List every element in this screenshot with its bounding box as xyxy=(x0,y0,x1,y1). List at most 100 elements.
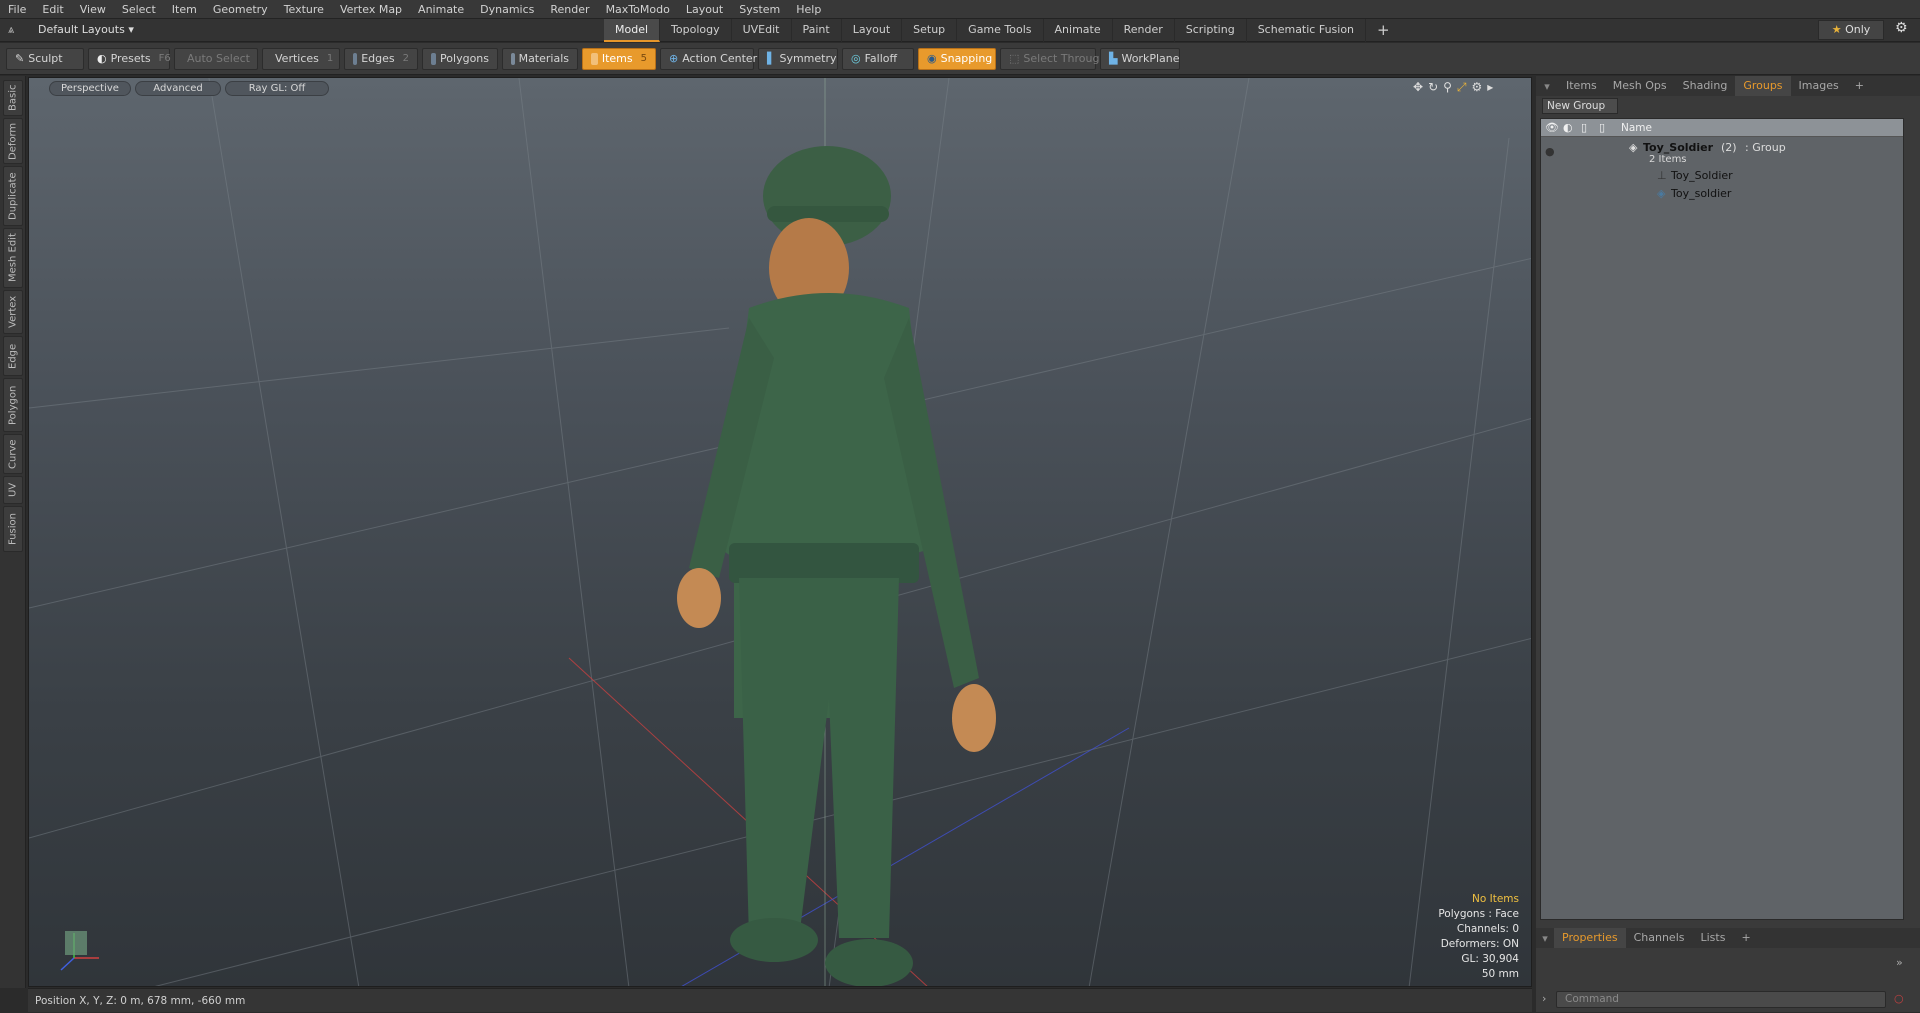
tooltab-basic[interactable]: Basic xyxy=(3,80,23,116)
tab-channels[interactable]: Channels xyxy=(1626,928,1693,948)
position-readout: Position X, Y, Z: 0 m, 678 mm, -660 mm xyxy=(35,995,246,1007)
expand-arrows-icon[interactable]: » xyxy=(1896,956,1903,969)
tab-setup[interactable]: Setup xyxy=(902,19,958,42)
tooltab-deform[interactable]: Deform xyxy=(3,118,23,164)
advanced-dropdown[interactable]: Advanced xyxy=(135,81,221,96)
tooltab-polygon[interactable]: Polygon xyxy=(3,378,23,432)
visibility-icon[interactable]: 👁 xyxy=(1545,119,1559,137)
add-tab-icon[interactable]: + xyxy=(1366,19,1401,42)
menu-system[interactable]: System xyxy=(731,0,788,19)
tab-properties[interactable]: Properties xyxy=(1554,928,1626,948)
tab-render[interactable]: Render xyxy=(1113,19,1175,42)
viewport-expand-icon[interactable]: ▸ xyxy=(1487,80,1498,94)
list-item[interactable]: ⊥ Toy_Soldier xyxy=(1541,167,1903,185)
menu-render[interactable]: Render xyxy=(542,0,597,19)
fit-icon[interactable]: ⤢ xyxy=(1457,80,1472,94)
list-item[interactable]: ◈ Toy_soldier xyxy=(1541,185,1903,203)
menu-layout[interactable]: Layout xyxy=(678,0,731,19)
tooltab-uv[interactable]: UV xyxy=(3,476,23,504)
viewport-settings-icon[interactable]: ⚙ xyxy=(1472,80,1488,94)
edges-label: Edges xyxy=(361,52,395,65)
gear-icon[interactable]: ⚙ xyxy=(1895,20,1908,36)
menu-geometry[interactable]: Geometry xyxy=(205,0,276,19)
snapping-label: Snapping xyxy=(940,52,993,65)
tab-groups[interactable]: Groups xyxy=(1735,76,1791,96)
menu-animate[interactable]: Animate xyxy=(410,0,472,19)
new-group-button[interactable]: New Group xyxy=(1542,98,1618,114)
tab-paint[interactable]: Paint xyxy=(792,19,842,42)
3d-viewport[interactable]: Perspective Advanced Ray GL: Off ✥↻⚲⤢⚙▸ … xyxy=(28,77,1532,987)
select-through-button[interactable]: ⬚ Select Through xyxy=(1000,47,1106,70)
menu-select[interactable]: Select xyxy=(114,0,164,19)
locator-icon: ⊥ xyxy=(1657,169,1667,182)
perspective-dropdown[interactable]: Perspective xyxy=(49,81,131,96)
add-bottom-tab-icon[interactable]: + xyxy=(1733,928,1758,948)
tab-images[interactable]: Images xyxy=(1791,76,1847,96)
eye-icon[interactable]: ● xyxy=(1545,143,1555,161)
menu-view[interactable]: View xyxy=(72,0,114,19)
tooltab-fusion[interactable]: Fusion xyxy=(3,506,23,552)
tooltab-mesh-edit[interactable]: Mesh Edit xyxy=(3,228,23,288)
presets-button[interactable]: ◐ Presets F6 xyxy=(88,47,171,70)
polygons-button[interactable]: Polygons xyxy=(422,47,498,70)
layout-dropdown[interactable]: Default Layouts ▾ xyxy=(38,19,134,41)
lock-icon[interactable]: ▯ xyxy=(1581,119,1587,137)
record-icon[interactable]: ○ xyxy=(1894,992,1904,1005)
auto-select-button[interactable]: Auto Select xyxy=(174,47,258,70)
menu-edit[interactable]: Edit xyxy=(34,0,71,19)
tab-layout[interactable]: Layout xyxy=(842,19,903,42)
panel-menu-icon[interactable]: ▾ xyxy=(1536,80,1558,93)
tooltab-duplicate[interactable]: Duplicate xyxy=(3,166,23,226)
falloff-icon: ◎ xyxy=(851,52,861,65)
collapse-icon[interactable]: ⩓ xyxy=(8,23,14,37)
items-button[interactable]: Items 5 xyxy=(582,47,656,70)
menu-dynamics[interactable]: Dynamics xyxy=(472,0,542,19)
menu-help[interactable]: Help xyxy=(788,0,829,19)
edges-button[interactable]: Edges 2 xyxy=(344,47,418,70)
right-panel: ▾ Items Mesh Ops Shading Groups Images +… xyxy=(1536,76,1920,1012)
render-icon[interactable]: ◐ xyxy=(1563,119,1573,137)
rotate-icon[interactable]: ↻ xyxy=(1428,80,1443,94)
menu-vertex-map[interactable]: Vertex Map xyxy=(332,0,410,19)
materials-button[interactable]: Materials xyxy=(502,47,578,70)
tooltab-curve[interactable]: Curve xyxy=(3,434,23,474)
pan-icon[interactable]: ✥ xyxy=(1413,80,1428,94)
menu-item[interactable]: Item xyxy=(164,0,205,19)
tab-mesh-ops[interactable]: Mesh Ops xyxy=(1605,76,1675,96)
bottom-panel-menu-icon[interactable]: ▾ xyxy=(1536,932,1554,945)
falloff-button[interactable]: ◎ Falloff xyxy=(842,47,914,70)
tab-lists[interactable]: Lists xyxy=(1693,928,1734,948)
command-input[interactable]: Command xyxy=(1556,991,1886,1008)
symmetry-button[interactable]: ▌ Symmetry xyxy=(758,47,838,70)
layout-tabs: Model Topology UVEdit Paint Layout Setup… xyxy=(604,19,1401,42)
tooltab-edge[interactable]: Edge xyxy=(3,336,23,376)
tab-schematic-fusion[interactable]: Schematic Fusion xyxy=(1247,19,1367,42)
only-toggle[interactable]: ★ Only xyxy=(1818,20,1884,40)
tooltab-vertex[interactable]: Vertex xyxy=(3,290,23,334)
group-list: 👁 ◐ ▯ ▯ Name ● ◈ Toy_Soldier (2) : Group… xyxy=(1540,118,1904,920)
select-icon[interactable]: ▯ xyxy=(1599,119,1605,137)
workplane-button[interactable]: ▙ WorkPlane xyxy=(1100,47,1180,70)
tab-items[interactable]: Items xyxy=(1558,76,1605,96)
raygl-toggle[interactable]: Ray GL: Off xyxy=(225,81,329,96)
menu-file[interactable]: File xyxy=(0,0,34,19)
tab-scripting[interactable]: Scripting xyxy=(1175,19,1247,42)
tab-uvedit[interactable]: UVEdit xyxy=(732,19,792,42)
symmetry-icon: ▌ xyxy=(767,52,776,65)
tab-topology[interactable]: Topology xyxy=(660,19,732,42)
info-deformers: Deformers: ON xyxy=(1440,938,1519,950)
action-center-button[interactable]: ⊕ Action Center xyxy=(660,47,757,70)
vertices-button[interactable]: Vertices 1 xyxy=(262,47,340,70)
tab-animate[interactable]: Animate xyxy=(1044,19,1113,42)
tab-model[interactable]: Model xyxy=(604,19,661,42)
add-panel-tab-icon[interactable]: + xyxy=(1847,76,1872,96)
menu-maxtomodo[interactable]: MaxToModo xyxy=(598,0,678,19)
tab-shading[interactable]: Shading xyxy=(1675,76,1736,96)
menu-texture[interactable]: Texture xyxy=(276,0,332,19)
list-header: 👁 ◐ ▯ ▯ Name xyxy=(1541,119,1903,137)
sculpt-button[interactable]: ✎ Sculpt xyxy=(6,47,84,70)
tab-game-tools[interactable]: Game Tools xyxy=(957,19,1044,42)
snapping-button[interactable]: ◉ Snapping xyxy=(918,47,996,70)
list-item[interactable]: ● ◈ Toy_Soldier (2) : Group 2 Items xyxy=(1541,139,1903,165)
zoom-icon[interactable]: ⚲ xyxy=(1443,80,1457,94)
